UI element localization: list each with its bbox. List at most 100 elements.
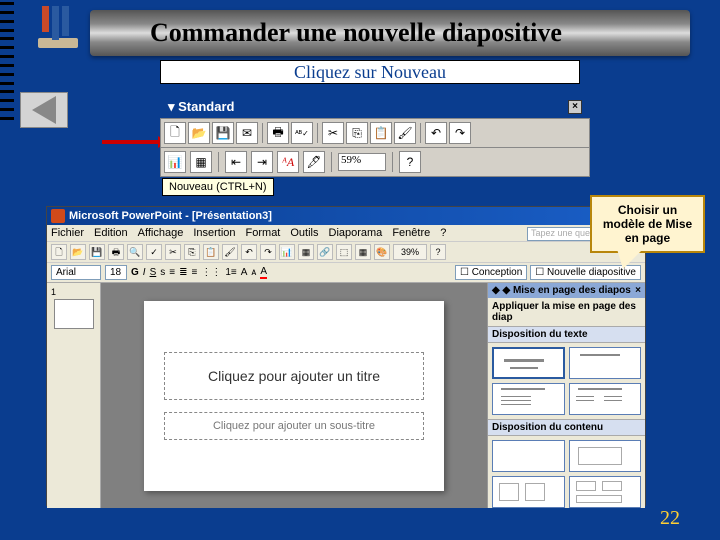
section-text-layouts: Disposition du texte xyxy=(488,326,645,343)
align-right-icon[interactable]: ≡ xyxy=(191,267,197,278)
new-button-tooltip: Nouveau (CTRL+N) xyxy=(162,178,274,196)
design-button[interactable]: ☐ Conception xyxy=(455,265,527,280)
italic-button[interactable]: I xyxy=(143,267,146,278)
pp-standard-toolbar[interactable]: 🗋 📂 💾 🖶 🔍 ✓ ✂ ⎘ 📋 🖌 ↶ ↷ 📊 ▦ 🔗 ⬚ ▦ 🎨 39% … xyxy=(47,242,645,263)
layout-two-content[interactable] xyxy=(569,383,642,415)
font-a-icon[interactable]: ᴬA xyxy=(277,151,299,173)
font-family-field[interactable]: Arial xyxy=(51,265,101,280)
bullets-icon[interactable]: ⋮⋮ xyxy=(201,267,221,278)
align-left-icon[interactable]: ≡ xyxy=(169,267,175,278)
expand-icon[interactable]: ⬚ xyxy=(336,244,352,260)
layout-content-2[interactable] xyxy=(492,476,565,508)
redo-arrow-icon[interactable]: ↷ xyxy=(449,122,471,144)
zoom-field[interactable]: 59% xyxy=(338,153,386,171)
decrease-font-icon[interactable]: ᴀ xyxy=(251,267,256,278)
bold-button[interactable]: G xyxy=(131,267,139,278)
menu-diaporama[interactable]: Diaporama xyxy=(329,227,383,239)
close-icon[interactable]: × xyxy=(635,285,641,296)
menu-fenetre[interactable]: Fenêtre xyxy=(392,227,430,239)
increase-font-icon[interactable]: A xyxy=(241,267,248,278)
back-arrow-button[interactable] xyxy=(20,92,68,128)
slide-title-bar: Commander une nouvelle diapositive xyxy=(90,10,690,56)
open-folder-icon[interactable]: 📂 xyxy=(188,122,210,144)
chart-icon[interactable]: 📊 xyxy=(164,151,186,173)
table-icon[interactable]: ▦ xyxy=(298,244,314,260)
close-icon[interactable]: × xyxy=(568,100,582,114)
menu-fichier[interactable]: Fichier xyxy=(51,227,84,239)
font-a2-icon[interactable]: 🖋 xyxy=(303,151,325,173)
numbering-icon[interactable]: 1≡ xyxy=(225,267,236,278)
clipboard-icon[interactable]: 📋 xyxy=(203,244,219,260)
help2-icon[interactable]: ? xyxy=(430,244,446,260)
thumbnail-slide-1[interactable] xyxy=(54,299,94,329)
menu-affichage[interactable]: Affichage xyxy=(138,227,184,239)
help-icon[interactable]: ? xyxy=(399,151,421,173)
shadow-button[interactable]: s xyxy=(160,267,165,278)
pp-format-toolbar[interactable]: Arial 18 G I S s ≡ ≣ ≡ ⋮⋮ 1≡ A ᴀ A ☐ Con… xyxy=(47,263,645,283)
new-file-icon[interactable]: 🗋 xyxy=(51,244,67,260)
printer-icon[interactable]: 🖶 xyxy=(108,244,124,260)
page-number: 22 xyxy=(660,507,680,530)
slide-thumbnail-pane[interactable]: 1 xyxy=(47,283,101,508)
menu-format[interactable]: Format xyxy=(246,227,281,239)
clipboard-icon[interactable]: 📋 xyxy=(370,122,392,144)
table-icon[interactable]: ▦ xyxy=(190,151,212,173)
layout-title-content[interactable] xyxy=(492,383,565,415)
decorative-ticks xyxy=(0,2,14,122)
font-color-icon[interactable]: A xyxy=(260,266,267,279)
open-folder-icon[interactable]: 📂 xyxy=(70,244,86,260)
underline-button[interactable]: S xyxy=(150,267,157,278)
outdent-icon[interactable]: ⇤ xyxy=(225,151,247,173)
slide-title-placeholder[interactable]: Cliquez pour ajouter un titre xyxy=(164,352,424,400)
section-content-layouts: Disposition du contenu xyxy=(488,419,645,436)
pp-app-title: Microsoft PowerPoint - [Présentation3] xyxy=(69,210,272,222)
layout-content-3[interactable] xyxy=(569,476,642,508)
copy-icon[interactable]: ⎘ xyxy=(346,122,368,144)
printer-icon[interactable]: 🖶 xyxy=(267,122,289,144)
envelope-icon[interactable]: ✉ xyxy=(236,122,258,144)
standard-toolbar: ▾ Standard × 🗋 📂 💾 ✉ 🖶 ᴬᴮ✓ ✂ ⎘ 📋 🖌 ↶ ↷ 📊… xyxy=(160,96,590,177)
pp-titlebar[interactable]: Microsoft PowerPoint - [Présentation3] xyxy=(47,207,645,225)
toolbar-titlebar[interactable]: ▾ Standard × xyxy=(160,96,590,118)
paintbrush-icon[interactable]: 🖌 xyxy=(394,122,416,144)
menu-edition[interactable]: Edition xyxy=(94,227,128,239)
copy-icon[interactable]: ⎘ xyxy=(184,244,200,260)
redo-icon[interactable]: ↷ xyxy=(260,244,276,260)
spellcheck-abc-icon[interactable]: ᴬᴮ✓ xyxy=(291,122,313,144)
spellcheck-icon[interactable]: ✓ xyxy=(146,244,162,260)
align-center-icon[interactable]: ≣ xyxy=(179,267,187,278)
task-pane-apply-label: Appliquer la mise en page des diap xyxy=(488,298,645,326)
powerpoint-window: Microsoft PowerPoint - [Présentation3] F… xyxy=(46,206,646,506)
undo-arrow-icon[interactable]: ↶ xyxy=(425,122,447,144)
task-pane-header[interactable]: ◆ ◆ Mise en page des diapos × xyxy=(488,283,645,298)
font-size-field[interactable]: 18 xyxy=(105,265,127,280)
indent-icon[interactable]: ⇥ xyxy=(251,151,273,173)
books-logo xyxy=(38,6,82,60)
scissors-icon[interactable]: ✂ xyxy=(322,122,344,144)
layout-content-1[interactable] xyxy=(569,440,642,472)
save-disk-icon[interactable]: 💾 xyxy=(89,244,105,260)
save-disk-icon[interactable]: 💾 xyxy=(212,122,234,144)
pp-menubar[interactable]: Fichier Edition Affichage Insertion Form… xyxy=(47,225,645,242)
hyperlink-icon[interactable]: 🔗 xyxy=(317,244,333,260)
slide-editor[interactable]: Cliquez pour ajouter un titre Cliquez po… xyxy=(101,283,487,508)
slide-subtitle-placeholder[interactable]: Cliquez pour ajouter un sous-titre xyxy=(164,412,424,440)
chart-icon[interactable]: 📊 xyxy=(279,244,295,260)
menu-help[interactable]: ? xyxy=(440,227,446,239)
layout-title-only[interactable] xyxy=(569,347,642,379)
menu-outils[interactable]: Outils xyxy=(290,227,318,239)
scissors-icon[interactable]: ✂ xyxy=(165,244,181,260)
color-icon[interactable]: 🎨 xyxy=(374,244,390,260)
red-pointer-arrow xyxy=(102,140,160,144)
powerpoint-app-icon xyxy=(51,209,65,223)
print-preview-icon[interactable]: 🔍 xyxy=(127,244,143,260)
show-grid-icon[interactable]: ▦ xyxy=(355,244,371,260)
undo-icon[interactable]: ↶ xyxy=(241,244,257,260)
paintbrush-icon[interactable]: 🖌 xyxy=(222,244,238,260)
zoom2-field[interactable]: 39% xyxy=(393,244,427,260)
layout-blank[interactable] xyxy=(492,440,565,472)
task-pane: ◆ ◆ Mise en page des diapos × Appliquer … xyxy=(487,283,645,508)
new-file-icon[interactable]: 🗋 xyxy=(164,122,186,144)
menu-insertion[interactable]: Insertion xyxy=(193,227,235,239)
layout-title-slide[interactable] xyxy=(492,347,565,379)
